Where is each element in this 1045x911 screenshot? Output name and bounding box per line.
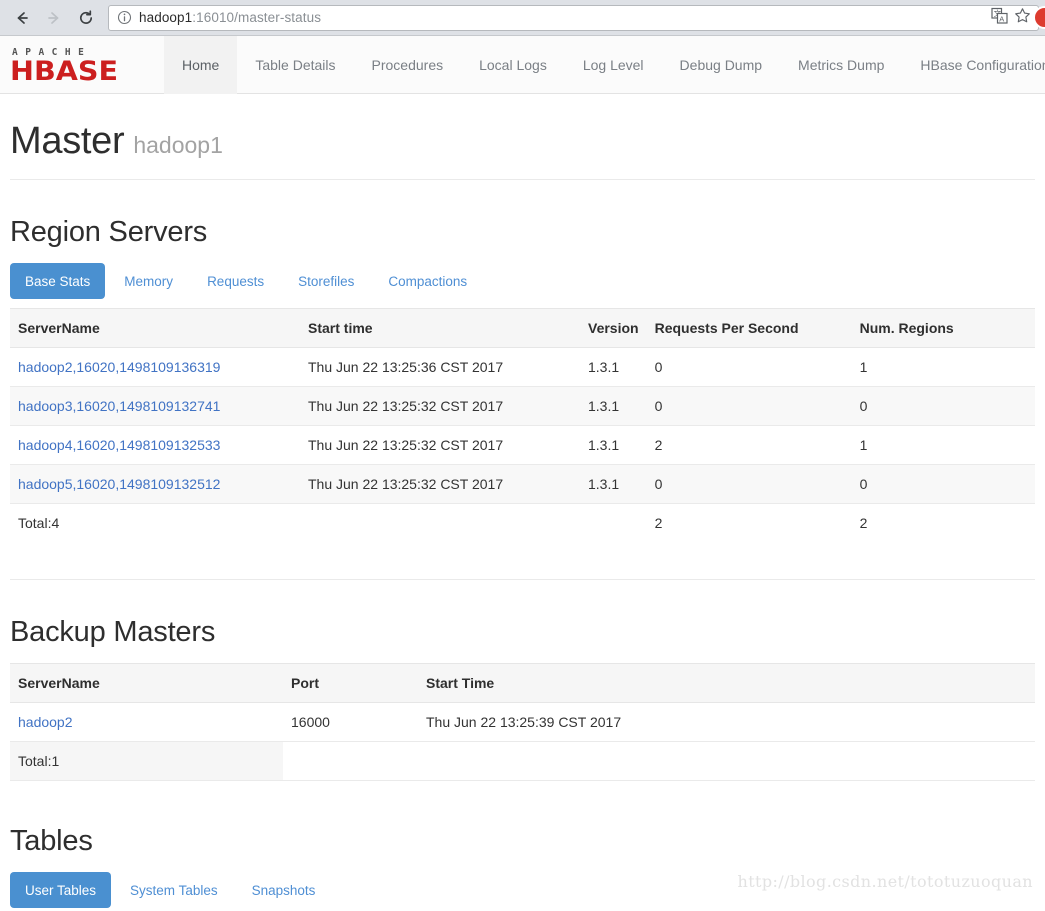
browser-chrome: hadoop1:16010/master-status 文 A <box>0 0 1045 36</box>
backup-masters-total-row: Total:1 <box>10 741 1035 781</box>
browser-toolbar: hadoop1:16010/master-status 文 A <box>0 0 1045 36</box>
region-servers-table: ServerName Start time Version Requests P… <box>10 308 1035 542</box>
cell-requests-per-second: 2 <box>646 425 852 465</box>
translate-icon[interactable]: 文 A <box>991 7 1008 29</box>
watermark-text: http://blog.csdn.net/tototuzuoquan <box>737 872 1033 891</box>
back-arrow-icon[interactable] <box>9 5 35 31</box>
table-row: hadoop3,16020,1498109132741 Thu Jun 22 1… <box>10 386 1035 426</box>
cell-version: 1.3.1 <box>580 386 647 426</box>
tab-compactions[interactable]: Compactions <box>373 263 482 299</box>
region-server-link[interactable]: hadoop3,16020,1498109132741 <box>18 398 220 414</box>
col-header-backup-start-time[interactable]: Start Time <box>418 663 1035 703</box>
navbar-menu: Home Table Details Procedures Local Logs… <box>164 35 1045 94</box>
cell-num-regions: 1 <box>851 425 1035 465</box>
region-servers-total-row: Total:4 2 2 <box>10 503 1035 542</box>
cell-version: 1.3.1 <box>580 464 647 504</box>
address-bar-text: hadoop1:16010/master-status <box>139 10 991 25</box>
cell-backup-servername: hadoop2 <box>10 702 283 742</box>
col-header-start-time[interactable]: Start time <box>300 308 580 348</box>
info-circle-icon[interactable] <box>117 10 132 25</box>
address-bar[interactable]: hadoop1:16010/master-status 文 A <box>108 4 1039 31</box>
page-title: Master hadoop1 <box>10 120 1035 180</box>
backup-masters-table: ServerName Port Start Time hadoop2 16000… <box>10 663 1035 781</box>
nav-item-hbase-configuration[interactable]: HBase Configuration <box>902 36 1045 94</box>
col-header-backup-servername[interactable]: ServerName <box>10 663 283 703</box>
tab-system-tables[interactable]: System Tables <box>115 872 233 908</box>
reload-icon[interactable] <box>73 5 99 31</box>
cell-start-time: Thu Jun 22 13:25:32 CST 2017 <box>300 386 580 426</box>
cell-start-time: Thu Jun 22 13:25:32 CST 2017 <box>300 464 580 504</box>
region-server-link[interactable]: hadoop2,16020,1498109136319 <box>18 359 220 375</box>
backup-masters-heading: Backup Masters <box>10 616 216 648</box>
region-servers-table-footer-spacer <box>10 542 1035 580</box>
region-servers-heading: Region Servers <box>10 216 208 248</box>
cell-version: 1.3.1 <box>580 425 647 465</box>
cell-total-num-regions: 2 <box>851 503 1035 542</box>
cell-num-regions: 0 <box>851 386 1035 426</box>
cell-total-version <box>580 503 647 542</box>
cell-num-regions: 1 <box>851 347 1035 387</box>
hbase-logo-hbase-text: HBASE <box>10 55 119 87</box>
tab-user-tables[interactable]: User Tables <box>10 872 112 908</box>
cell-total-requests-per-second: 2 <box>646 503 852 542</box>
nav-item-home[interactable]: Home <box>164 35 238 94</box>
tab-storefiles[interactable]: Storefiles <box>283 263 369 299</box>
cell-backup-port: 16000 <box>283 702 418 742</box>
col-header-backup-port[interactable]: Port <box>283 663 418 703</box>
hbase-logo[interactable]: APACHE HBASE <box>10 45 150 85</box>
cell-servername: hadoop4,16020,1498109132533 <box>10 425 300 465</box>
cell-total-start-time <box>300 503 580 542</box>
svg-text:A: A <box>999 14 1004 23</box>
cell-servername: hadoop2,16020,1498109136319 <box>10 347 300 387</box>
nav-item-debug-dump[interactable]: Debug Dump <box>662 36 781 94</box>
table-row: hadoop2 16000 Thu Jun 22 13:25:39 CST 20… <box>10 702 1035 742</box>
table-row: hadoop5,16020,1498109132512 Thu Jun 22 1… <box>10 464 1035 504</box>
tab-memory[interactable]: Memory <box>109 263 188 299</box>
table-header-row: ServerName Port Start Time <box>10 663 1035 703</box>
cell-total-label: Total:4 <box>10 503 300 542</box>
tab-base-stats[interactable]: Base Stats <box>10 263 106 299</box>
tab-requests[interactable]: Requests <box>192 263 279 299</box>
cell-backup-total-port <box>283 741 418 781</box>
nav-item-procedures[interactable]: Procedures <box>354 36 462 94</box>
col-header-servername[interactable]: ServerName <box>10 308 300 348</box>
page-content: Master hadoop1 Region Servers Base Stats … <box>0 120 1045 908</box>
cell-start-time: Thu Jun 22 13:25:36 CST 2017 <box>300 347 580 387</box>
cell-backup-start-time: Thu Jun 22 13:25:39 CST 2017 <box>418 702 1035 742</box>
table-row: hadoop2,16020,1498109136319 Thu Jun 22 1… <box>10 347 1035 387</box>
cell-version: 1.3.1 <box>580 347 647 387</box>
cell-backup-total-label: Total:1 <box>10 741 283 781</box>
cell-requests-per-second: 0 <box>646 464 852 504</box>
url-host: hadoop1 <box>139 10 193 25</box>
cell-servername: hadoop3,16020,1498109132741 <box>10 386 300 426</box>
hbase-navbar: APACHE HBASE Home Table Details Procedur… <box>0 35 1045 94</box>
cell-backup-total-start-time <box>418 741 1035 781</box>
nav-item-local-logs[interactable]: Local Logs <box>461 36 565 94</box>
nav-item-log-level[interactable]: Log Level <box>565 36 662 94</box>
tab-snapshots[interactable]: Snapshots <box>237 872 331 908</box>
url-path: :16010/master-status <box>192 10 322 25</box>
region-servers-tabs: Base Stats Memory Requests Storefiles Co… <box>10 263 1035 299</box>
page-title-text: Master <box>10 120 125 162</box>
nav-item-table-details[interactable]: Table Details <box>237 36 353 94</box>
table-row: hadoop4,16020,1498109132533 Thu Jun 22 1… <box>10 425 1035 465</box>
cell-servername: hadoop5,16020,1498109132512 <box>10 464 300 504</box>
tables-heading: Tables <box>10 825 93 857</box>
star-icon[interactable] <box>1014 7 1031 29</box>
table-header-row: ServerName Start time Version Requests P… <box>10 308 1035 348</box>
cell-requests-per-second: 0 <box>646 386 852 426</box>
cell-requests-per-second: 0 <box>646 347 852 387</box>
region-server-link[interactable]: hadoop4,16020,1498109132533 <box>18 437 220 453</box>
page-title-hostname: hadoop1 <box>133 132 223 158</box>
col-header-num-regions[interactable]: Num. Regions <box>851 308 1035 348</box>
backup-master-link[interactable]: hadoop2 <box>18 714 73 730</box>
region-server-link[interactable]: hadoop5,16020,1498109132512 <box>18 476 220 492</box>
col-header-requests-per-second[interactable]: Requests Per Second <box>646 308 852 348</box>
cell-start-time: Thu Jun 22 13:25:32 CST 2017 <box>300 425 580 465</box>
forward-arrow-icon <box>41 5 67 31</box>
col-header-version[interactable]: Version <box>580 308 647 348</box>
nav-item-metrics-dump[interactable]: Metrics Dump <box>780 36 902 94</box>
cell-num-regions: 0 <box>851 464 1035 504</box>
